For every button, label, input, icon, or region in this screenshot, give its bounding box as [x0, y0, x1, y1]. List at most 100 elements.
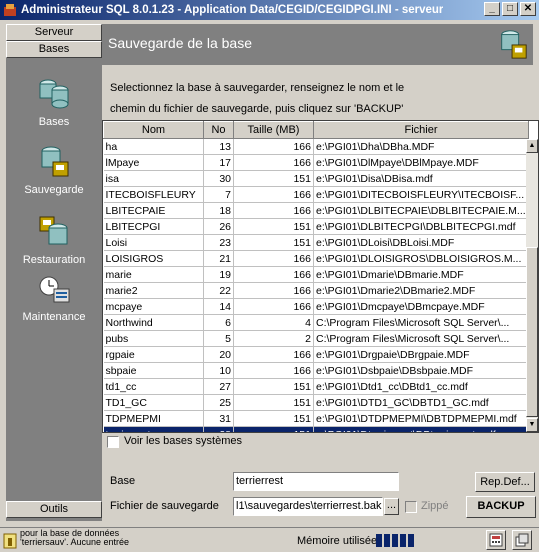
cell-nom: LOISIGROS — [103, 250, 204, 267]
backup-file-field[interactable]: l1\sauvegardes\terrierrest.bak — [233, 497, 383, 516]
cell-taille: 151 — [233, 410, 314, 427]
window-button[interactable] — [512, 530, 532, 550]
status-bar: pour la base de données 'terriersauv'. A… — [0, 527, 539, 552]
cell-taille: 166 — [233, 346, 314, 363]
instructions-line: chemin du fichier de sauvegarde, puis cl… — [110, 103, 404, 115]
cell-taille: 2 — [233, 330, 314, 347]
table-row[interactable]: ha 13 166 e:\PGI01\Dha\DBha.MDF — [103, 138, 529, 155]
table-row[interactable]: LBITECPGI 26 151 e:\PGI01\DLBITECPGI\DBLBIT… — [103, 218, 529, 235]
cell-fichier: e:\PGI01\DTD1_GC\DBTD1_GC.mdf — [313, 394, 529, 411]
sidebar: Serveur Bases Bases Sauvegarde Restaurat… — [6, 24, 102, 521]
column-header-no[interactable]: No — [203, 121, 234, 139]
table-row[interactable]: lMpaye 17 166 e:\PGI01\DlMpaye\DBlMpaye.MDF — [103, 154, 529, 171]
table-row[interactable]: TD1_GC 25 151 e:\PGI01\DTD1_GC\DBTD1_GC.mdf — [103, 394, 529, 411]
table-row[interactable]: marie 19 166 e:\PGI01\Dmarie\DBmarie.MDF — [103, 266, 529, 283]
table-row[interactable]: marie2 22 166 e:\PGI01\Dmarie2\DBmarie2.MDF — [103, 282, 529, 299]
cell-no: 22 — [203, 282, 234, 299]
cell-nom: lMpaye — [103, 154, 204, 171]
browse-button[interactable]: ... — [384, 498, 399, 515]
cell-fichier: e:\PGI01\DLBITECPGI\DBLBITECPGI.mdf — [313, 218, 529, 235]
database-table[interactable]: Nom No Taille (MB) Fichier ha 13 166 e:\PGI… — [102, 120, 539, 433]
cell-no: 10 — [203, 362, 234, 379]
cell-nom: rgpaie — [103, 346, 204, 363]
sidebar-item-sauvegarde[interactable]: Sauvegarde — [6, 144, 102, 196]
cell-taille: 166 — [233, 138, 314, 155]
table-row[interactable]: mcpaye 14 166 e:\PGI01\Dmcpaye\DBmcpaye.MDF — [103, 298, 529, 315]
cell-taille: 166 — [233, 250, 314, 267]
restore-icon — [39, 216, 68, 245]
cell-fichier: e:\PGI01\Dha\DBha.MDF — [313, 138, 529, 155]
close-button[interactable]: ✕ — [520, 2, 536, 16]
minimize-button[interactable]: _ — [484, 2, 500, 16]
show-system-checkbox[interactable] — [107, 436, 119, 448]
cell-nom: terrierrest — [103, 426, 204, 432]
cell-fichier: e:\PGI01\Dtd1_cc\DBtd1_cc.mdf — [313, 378, 529, 395]
server-button[interactable]: Serveur — [6, 24, 102, 41]
column-header-fichier[interactable]: Fichier — [313, 121, 529, 139]
cell-nom: TD1_GC — [103, 394, 204, 411]
rep-def-button[interactable]: Rep.Def... — [475, 472, 535, 492]
table-row[interactable]: ITECBOISFLEURY 7 166 e:\PGI01\DITECBOISFLEU… — [103, 186, 529, 203]
cell-taille: 166 — [233, 298, 314, 315]
column-header-nom[interactable]: Nom — [103, 121, 204, 139]
scroll-up-arrow-icon[interactable]: ▲ — [526, 139, 538, 153]
table-row[interactable]: td1_cc 27 151 e:\PGI01\Dtd1_cc\DBtd1_cc.mdf — [103, 378, 529, 395]
cell-no: 28 — [203, 426, 234, 432]
bases-button[interactable]: Bases — [6, 41, 102, 58]
table-row[interactable]: Northwind 6 4 C:\Program Files\Microsoft SQ… — [103, 314, 529, 331]
cell-taille: 166 — [233, 362, 314, 379]
sidebar-item-restauration[interactable]: Restauration — [6, 214, 102, 266]
cell-taille: 151 — [233, 234, 314, 251]
memory-segment — [408, 534, 414, 547]
scroll-thumb[interactable] — [526, 247, 538, 417]
memory-segment — [384, 534, 390, 547]
cell-fichier: e:\PGI01\Dmarie2\DBmarie2.MDF — [313, 282, 529, 299]
cell-no: 14 — [203, 298, 234, 315]
table-row[interactable]: pubs 5 2 C:\Program Files\Microsoft SQL Ser… — [103, 330, 529, 347]
calculator-button[interactable] — [486, 530, 506, 550]
cell-nom: LBITECPAIE — [103, 202, 204, 219]
tools-button[interactable]: Outils — [6, 501, 102, 518]
cell-fichier: e:\PGI01\Drgpaie\DBrgpaie.MDF — [313, 346, 529, 363]
cell-taille: 151 — [233, 426, 314, 432]
scroll-down-arrow-icon[interactable]: ▼ — [526, 418, 538, 432]
cell-taille: 151 — [233, 378, 314, 395]
vertical-scrollbar[interactable]: ▲ ▼ — [526, 139, 538, 432]
zipped-checkbox[interactable] — [405, 501, 417, 513]
table-row[interactable]: TDPMEPMI 31 151 e:\PGI01\DTDPMEPMI\DBTDPMEP… — [103, 410, 529, 427]
cell-no: 31 — [203, 410, 234, 427]
table-row[interactable]: sbpaie 10 166 e:\PGI01\Dsbpaie\DBsbpaie.MDF — [103, 362, 529, 379]
page-title: Sauvegarde de la base — [108, 35, 252, 51]
table-row[interactable]: isa 30 151 e:\PGI01\Disa\DBisa.mdf — [103, 170, 529, 187]
backup-button[interactable]: BACKUP — [466, 496, 536, 518]
cell-taille: 166 — [233, 266, 314, 283]
cell-no: 5 — [203, 330, 234, 347]
cell-taille: 151 — [233, 170, 314, 187]
cell-nom: sbpaie — [103, 362, 204, 379]
cell-taille: 166 — [233, 154, 314, 171]
cell-nom: ITECBOISFLEURY — [103, 186, 204, 203]
cell-taille: 4 — [233, 314, 314, 331]
cell-fichier: e:\PGI01\DLOISIGROS\DBLOISIGROS.M... — [313, 250, 529, 267]
table-row[interactable]: LBITECPAIE 18 166 e:\PGI01\DLBITECPAIE\DBLB… — [103, 202, 529, 219]
cell-fichier: e:\PGI01\Dsbpaie\DBsbpaie.MDF — [313, 362, 529, 379]
zipped-label: Zippé — [421, 500, 449, 512]
table-row[interactable]: terrierrest28151e:\PGI01\Dterrierrest\DB… — [103, 426, 529, 432]
sidebar-item-maintenance[interactable]: Maintenance — [6, 275, 102, 323]
cell-fichier: e:\PGI01\DlMpaye\DBlMpaye.MDF — [313, 154, 529, 171]
databases-icon — [39, 79, 69, 109]
memory-progress-fill — [376, 534, 474, 547]
table-row[interactable]: rgpaie 20 166 e:\PGI01\Drgpaie\DBrgpaie.MDF — [103, 346, 529, 363]
table-row[interactable]: Loisi 23 151 e:\PGI01\DLoisi\DBLoisi.MDF — [103, 234, 529, 251]
base-label: Base — [110, 475, 136, 487]
sidebar-item-bases[interactable]: Bases — [6, 76, 102, 128]
cell-fichier: e:\PGI01\DLBITECPAIE\DBLBITECPAIE.M... — [313, 202, 529, 219]
cell-taille: 151 — [233, 394, 314, 411]
column-header-taille[interactable]: Taille (MB) — [233, 121, 314, 139]
cell-fichier: e:\PGI01\DLoisi\DBLoisi.MDF — [313, 234, 529, 251]
maximize-button[interactable]: □ — [502, 2, 518, 16]
base-field[interactable]: terrierrest — [233, 472, 399, 491]
cell-no: 17 — [203, 154, 234, 171]
table-row[interactable]: LOISIGROS 21 166 e:\PGI01\DLOISIGROS\DBLOIS… — [103, 250, 529, 267]
cell-nom: Northwind — [103, 314, 204, 331]
